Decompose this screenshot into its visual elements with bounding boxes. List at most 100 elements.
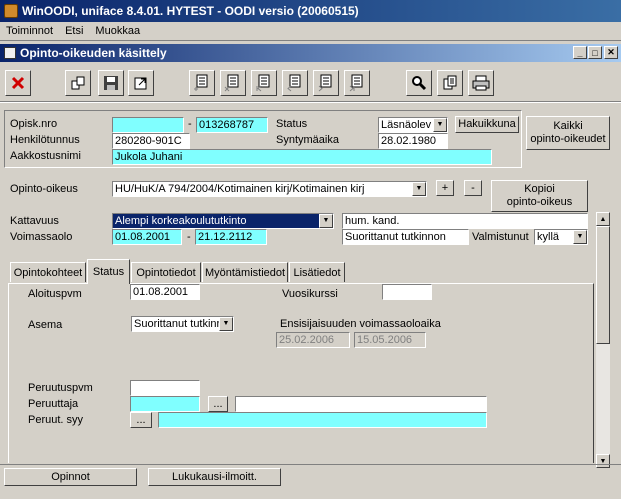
syntymaaika-label: Syntymäaika — [276, 134, 339, 146]
peruutuspvm-label: Peruutuspvm — [28, 382, 93, 394]
opinto-oikeus-select[interactable]: HU/HuK/A 794/2004/Kotimainen kirj/Kotima… — [112, 181, 427, 197]
window-title-bar: Opinto-oikeuden käsittely _ □ ✕ — [0, 44, 621, 62]
peruut-syy-field[interactable] — [158, 412, 487, 428]
status-tab-panel — [8, 283, 594, 463]
print-icon — [472, 75, 490, 91]
app-icon — [4, 4, 18, 18]
search-button[interactable] — [406, 70, 432, 96]
valmistunut-label: Valmistunut — [472, 231, 529, 243]
add-button[interactable]: + — [436, 180, 454, 196]
voimassa-dash: - — [187, 231, 191, 243]
opisk-nro-prefix-field[interactable] — [112, 117, 184, 133]
peruuttaja-lookup-button[interactable]: ... — [208, 396, 228, 412]
status-value: Läsnäolev — [381, 119, 432, 131]
first-record-button[interactable] — [251, 70, 277, 96]
chevron-down-icon[interactable]: ▼ — [433, 118, 447, 132]
menu-etsi[interactable]: Etsi — [65, 25, 83, 37]
search-icon — [412, 76, 427, 91]
opisk-nro-field[interactable]: 013268787 — [196, 117, 268, 133]
henkilotunnus-label: Henkilötunnus — [10, 134, 80, 146]
peruuttaja-label: Peruuttaja — [28, 398, 79, 410]
window-title: Opinto-oikeuden käsittely — [20, 46, 167, 60]
status-label: Status — [276, 118, 308, 130]
peruuttaja-field[interactable] — [130, 396, 200, 412]
save-button[interactable] — [98, 70, 124, 96]
vuosikurssi-field[interactable] — [382, 284, 432, 300]
valmistunut-value: kyllä — [537, 231, 560, 243]
print-button[interactable] — [468, 70, 494, 96]
maximize-button[interactable]: □ — [588, 46, 602, 59]
chevron-down-icon[interactable]: ▼ — [219, 317, 233, 331]
last-record-button[interactable] — [344, 70, 370, 96]
aloituspvm-field[interactable]: 01.08.2001 — [130, 284, 200, 300]
asema-select[interactable]: Suorittanut tutkinr ▼ — [131, 316, 234, 332]
voimassa-to-field[interactable]: 21.12.2112 — [195, 229, 267, 245]
vuosikurssi-label: Vuosikurssi — [282, 288, 338, 300]
remove-button[interactable]: - — [464, 180, 482, 196]
tab-lisatiedot[interactable]: Lisätiedot — [289, 262, 345, 282]
next-record-button[interactable] — [313, 70, 339, 96]
aloituspvm-label: Aloituspvm — [28, 288, 82, 300]
scroll-thumb[interactable] — [596, 226, 610, 344]
chevron-up-icon: ▲ — [599, 215, 607, 223]
status-select[interactable]: Läsnäolev ▼ — [378, 117, 448, 133]
scroll-up-button[interactable]: ▲ — [596, 212, 610, 226]
aakkostusnimi-field[interactable]: Jukola Juhani — [112, 149, 492, 165]
scroll-down-button[interactable]: ▼ — [596, 454, 610, 468]
tab-opintotiedot[interactable]: Opintotiedot — [131, 262, 201, 282]
opinnot-button[interactable]: Opinnot — [4, 468, 137, 486]
last-record-icon — [349, 74, 363, 92]
prev-record-button[interactable] — [282, 70, 308, 96]
kattavuus-select[interactable]: Alempi korkeakoulututkinto ▼ — [112, 213, 334, 229]
window-close-button[interactable]: ✕ — [604, 46, 618, 59]
peruut-syy-lookup-button[interactable]: ... — [130, 412, 152, 428]
opisk-nro-label: Opisk.nro — [10, 118, 58, 130]
delete-record-button[interactable] — [220, 70, 246, 96]
tab-opintokohteet[interactable]: Opintokohteet — [10, 262, 86, 282]
kattavuus-value: Alempi korkeakoulututkinto — [115, 215, 247, 227]
ensisijaisuus-label: Ensisijaisuuden voimassaoloaika — [280, 318, 441, 330]
kaikki-opinto-oikeudet-button[interactable]: Kaikki opinto-oikeudet — [526, 116, 610, 150]
tab-status[interactable]: Status — [87, 259, 130, 284]
copy-button[interactable] — [437, 70, 463, 96]
voimassaolo-label: Voimassaolo — [10, 231, 73, 243]
kopioi-opinto-oikeus-button[interactable]: Kopioi opinto-oikeus — [491, 180, 588, 212]
minimize-button[interactable]: _ — [573, 46, 587, 59]
replace-button[interactable] — [65, 70, 91, 96]
hakuikkuna-button[interactable]: Hakuikkuna — [455, 116, 519, 133]
tab-myontamistiedot[interactable]: Myöntämistiedot — [202, 262, 288, 282]
copy-icon — [443, 75, 457, 90]
peruut-syy-label: Peruut. syy — [28, 414, 84, 426]
chevron-down-icon[interactable]: ▼ — [319, 214, 333, 228]
kopioi-label-1: Kopioi — [524, 183, 555, 195]
lukukausi-ilmoitt-button[interactable]: Lukukausi-ilmoitt. — [148, 468, 281, 486]
kattavuus-abbr-field[interactable]: hum. kand. — [342, 213, 588, 229]
opinto-oikeus-label: Opinto-oikeus — [10, 183, 78, 195]
voimassa-from-field[interactable]: 01.08.2001 — [112, 229, 182, 245]
close-button[interactable] — [5, 70, 31, 96]
asema-value: Suorittanut tutkinr — [134, 318, 221, 330]
kopioi-label-2: opinto-oikeus — [506, 196, 573, 208]
peruuttaja-name-field[interactable] — [235, 396, 487, 412]
save-icon — [104, 76, 118, 90]
menu-toiminnot[interactable]: Toiminnot — [6, 25, 53, 37]
new-record-button[interactable] — [189, 70, 215, 96]
peruutuspvm-field[interactable] — [130, 380, 200, 396]
chevron-down-icon[interactable]: ▼ — [573, 230, 587, 244]
syntymaaika-field[interactable]: 28.02.1980 — [378, 133, 448, 149]
kaikki-label-1: Kaikki — [553, 120, 583, 132]
menu-muokkaa[interactable]: Muokkaa — [95, 25, 140, 37]
aakkostusnimi-label: Aakkostusnimi — [10, 150, 81, 162]
valmistunut-select[interactable]: kyllä ▼ — [534, 229, 588, 245]
window-icon — [4, 47, 16, 59]
prev-record-icon — [287, 74, 301, 92]
henkilotunnus-field[interactable]: 280280-901C — [112, 133, 190, 149]
delete-record-icon — [224, 74, 239, 92]
export-icon — [134, 77, 147, 90]
chevron-down-icon[interactable]: ▼ — [412, 182, 426, 196]
close-icon — [11, 76, 25, 90]
replace-icon — [71, 76, 85, 90]
asema-label: Asema — [28, 319, 63, 331]
export-button[interactable] — [128, 70, 154, 96]
tutkinto-field[interactable]: Suorittanut tutkinnon — [342, 229, 469, 245]
